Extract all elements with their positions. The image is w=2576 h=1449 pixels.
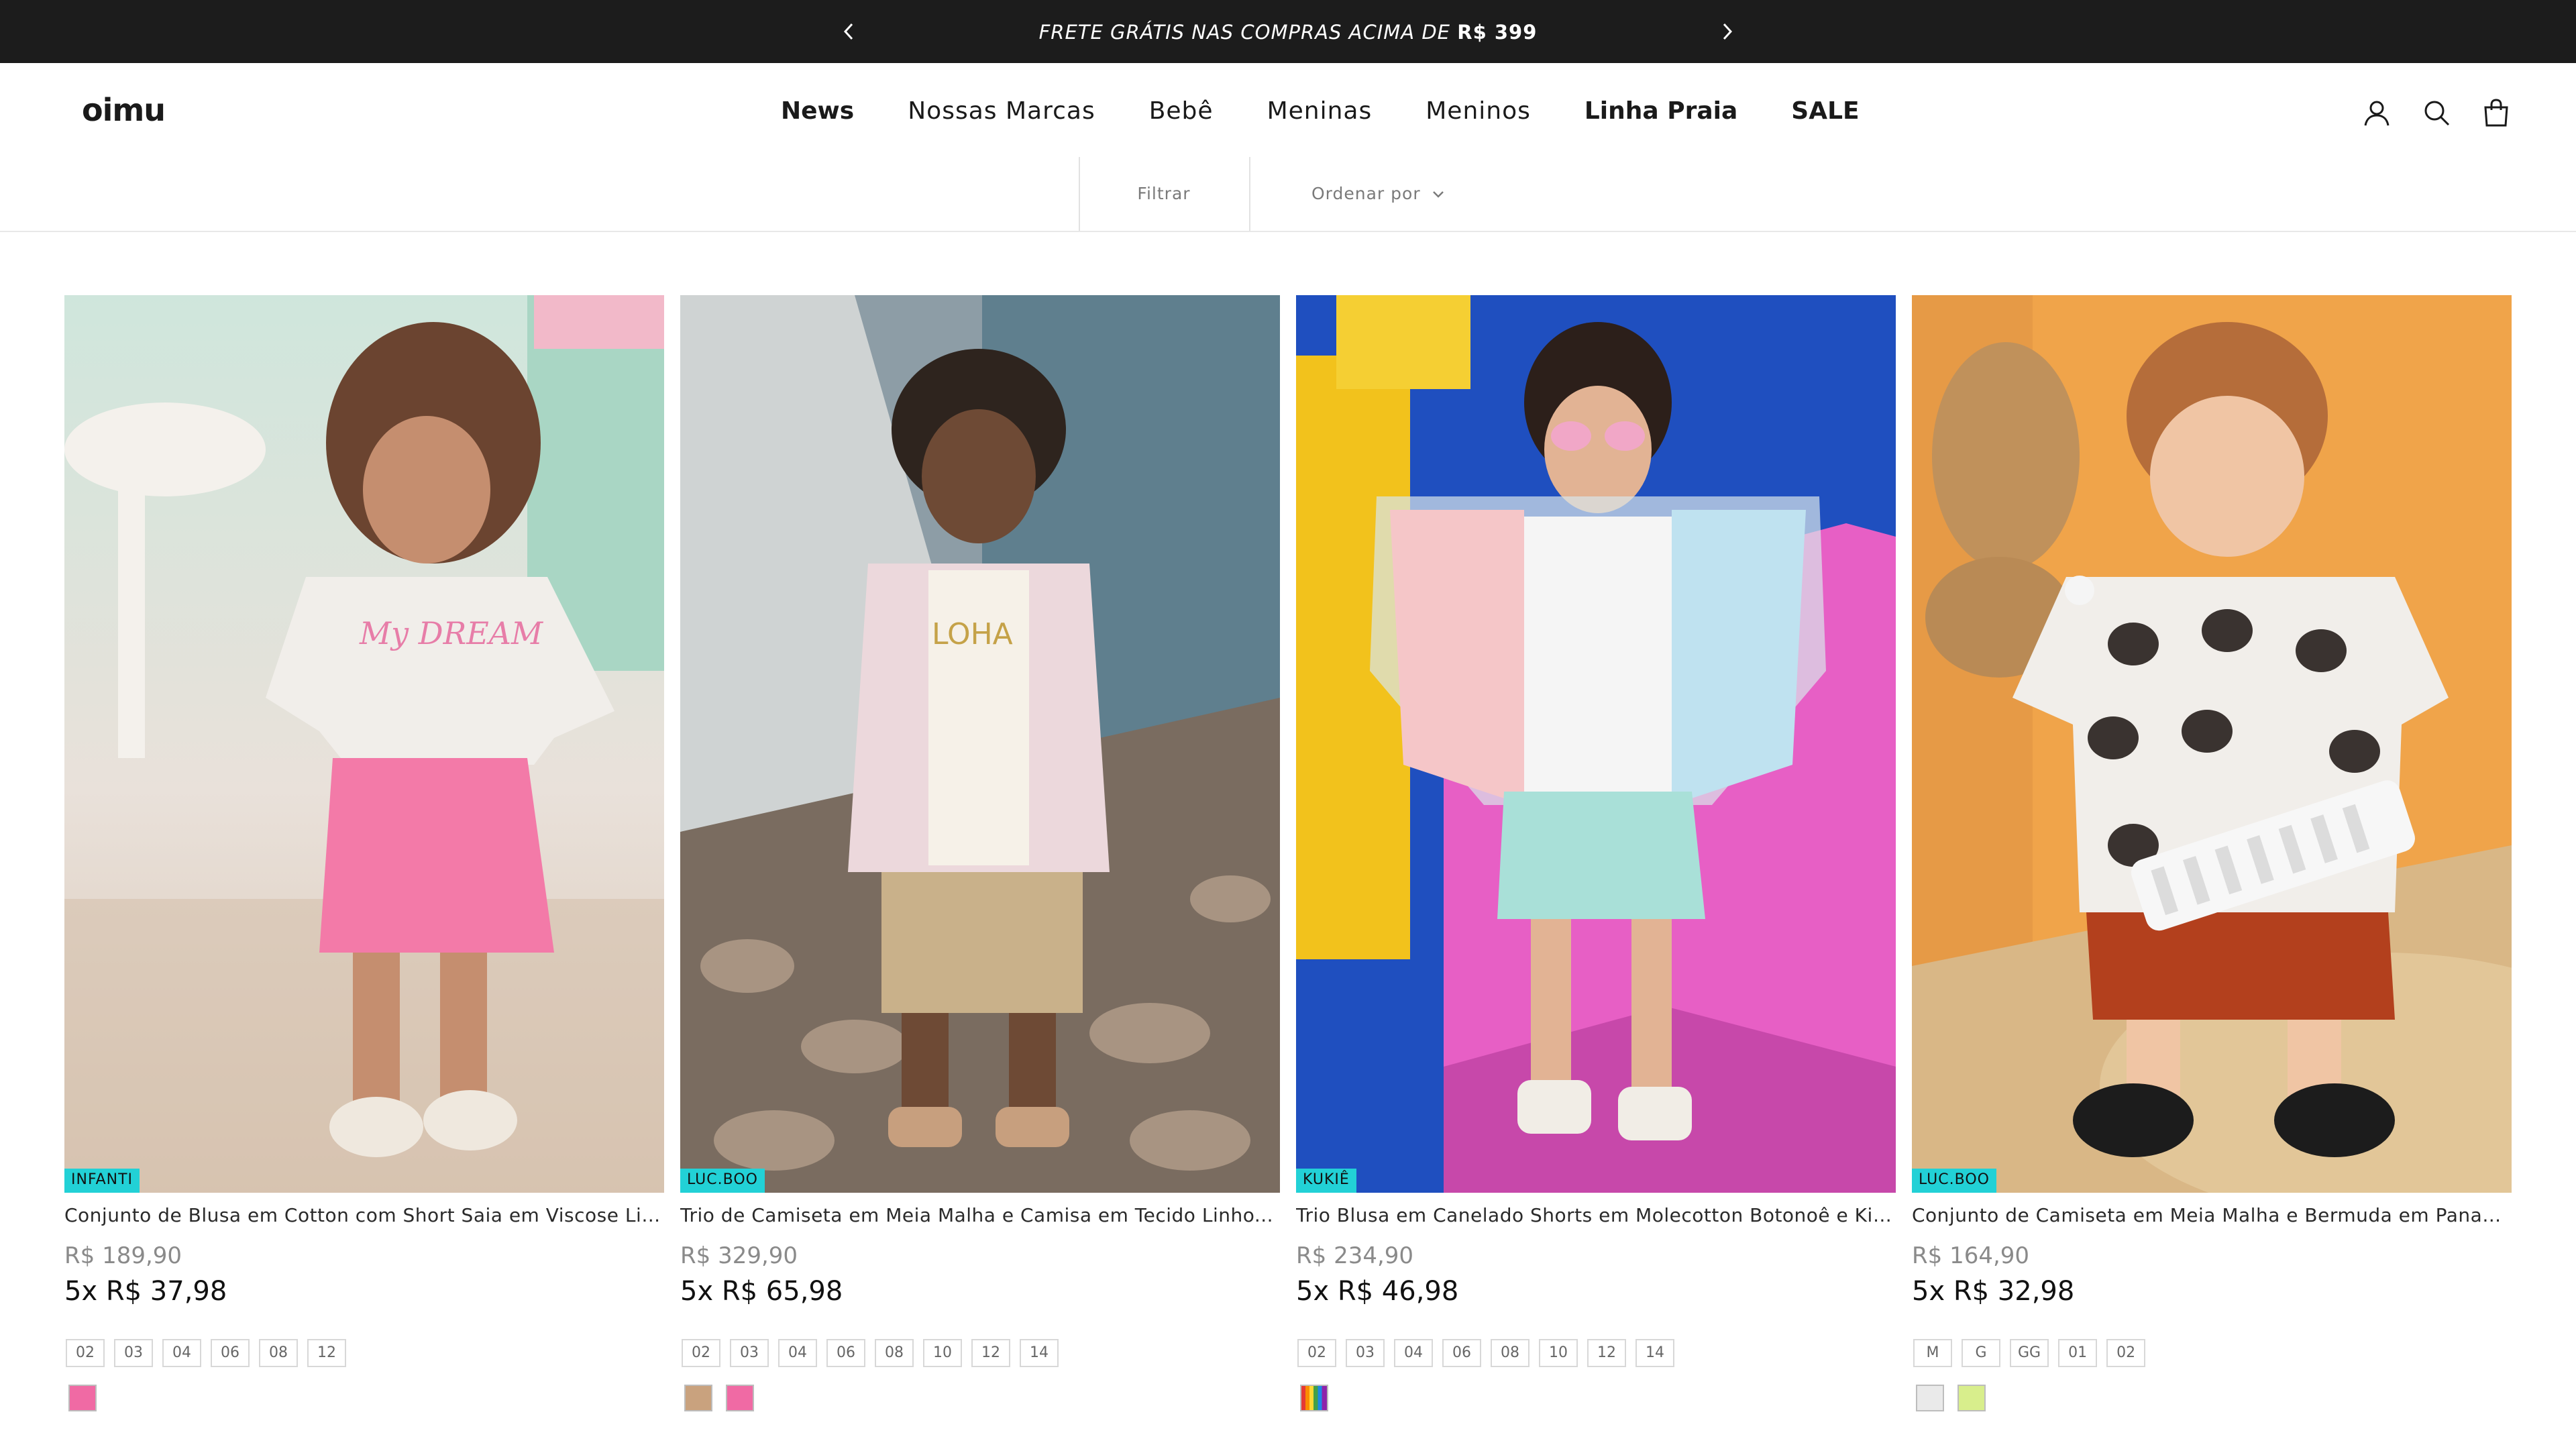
product-card[interactable]: LOHA LUC.BOO Trio de Camiseta em Meia Ma… [680, 295, 1280, 1411]
product-title[interactable]: Conjunto de Blusa em Cotton com Short Sa… [64, 1202, 664, 1229]
color-swatch-lime[interactable] [1957, 1385, 1986, 1411]
product-image[interactable]: KUKIÊ [1296, 295, 1896, 1193]
product-price: R$ 189,90 [64, 1242, 182, 1269]
size-option[interactable]: 02 [66, 1339, 105, 1367]
product-installments: 5x R$ 32,98 [1912, 1276, 2075, 1307]
nav-item-linha-praia[interactable]: Linha Praia [1585, 93, 1737, 130]
size-option[interactable]: 10 [923, 1339, 962, 1367]
cart-icon[interactable] [2480, 97, 2512, 129]
size-options: 02 03 04 06 08 10 12 14 [680, 1339, 1280, 1367]
product-card[interactable]: LUC.BOO Conjunto de Camiseta em Meia Mal… [1912, 295, 2512, 1411]
size-option[interactable]: 04 [778, 1339, 817, 1367]
size-option[interactable]: GG [2010, 1339, 2049, 1367]
sort-label: Ordenar por [1311, 184, 1421, 203]
size-option[interactable]: 02 [2106, 1339, 2146, 1367]
product-installments: 5x R$ 37,98 [64, 1276, 227, 1307]
sort-dropdown[interactable]: Ordenar por [1311, 182, 1445, 205]
size-option[interactable]: 08 [875, 1339, 914, 1367]
product-card[interactable]: KUKIÊ Trio Blusa em Canelado Shorts em M… [1296, 295, 1896, 1411]
size-option[interactable]: 10 [1539, 1339, 1578, 1367]
size-option[interactable]: G [1962, 1339, 2000, 1367]
svg-text:My DREAM: My DREAM [359, 615, 544, 651]
size-option[interactable]: 04 [162, 1339, 201, 1367]
divider [1249, 157, 1250, 231]
color-swatch-multicolor[interactable] [1300, 1385, 1328, 1411]
size-option[interactable]: 14 [1020, 1339, 1059, 1367]
product-image[interactable]: My DREAM INFANTI [64, 295, 664, 1193]
chevron-down-icon [1432, 191, 1444, 198]
site-header: oimu News Nossas Marcas Bebê Meninas Men… [0, 63, 2576, 157]
filter-button[interactable]: Filtrar [1080, 182, 1248, 205]
size-option[interactable]: 14 [1635, 1339, 1674, 1367]
brand-badge: LUC.BOO [1912, 1169, 1996, 1193]
product-image[interactable]: LUC.BOO [1912, 295, 2512, 1193]
announcement-message: FRETE GRÁTIS NAS COMPRAS ACIMA DE [1038, 21, 1451, 44]
size-option[interactable]: 12 [307, 1339, 346, 1367]
brand-badge: LUC.BOO [680, 1169, 765, 1193]
account-icon[interactable] [2361, 97, 2393, 129]
product-installments: 5x R$ 46,98 [1296, 1276, 1459, 1307]
filter-bar: Filtrar Ordenar por [0, 157, 2576, 232]
color-swatches [680, 1385, 1280, 1411]
nav-item-meninos[interactable]: Meninos [1426, 93, 1531, 130]
product-price: R$ 329,90 [680, 1242, 798, 1269]
color-swatches [64, 1385, 664, 1411]
color-swatch-pink[interactable] [68, 1385, 97, 1411]
color-swatch-white[interactable] [1916, 1385, 1944, 1411]
color-swatches [1912, 1385, 2512, 1411]
size-options: 02 03 04 06 08 12 [64, 1339, 664, 1367]
product-image[interactable]: LOHA LUC.BOO [680, 295, 1280, 1193]
svg-text:LOHA: LOHA [932, 617, 1013, 651]
color-swatch-beige[interactable] [684, 1385, 712, 1411]
size-options: M G GG 01 02 [1912, 1339, 2512, 1367]
size-option[interactable]: 04 [1394, 1339, 1433, 1367]
size-option[interactable]: 12 [1587, 1339, 1626, 1367]
brand-badge: KUKIÊ [1296, 1169, 1356, 1193]
size-option[interactable]: 08 [259, 1339, 298, 1367]
size-option[interactable]: 01 [2058, 1339, 2098, 1367]
size-option[interactable]: 03 [1346, 1339, 1385, 1367]
color-swatch-pink[interactable] [726, 1385, 754, 1411]
size-options: 02 03 04 06 08 10 12 14 [1296, 1339, 1896, 1367]
product-price: R$ 234,90 [1296, 1242, 1414, 1269]
nav-item-sale[interactable]: SALE [1791, 93, 1859, 130]
nav-item-news[interactable]: News [781, 93, 854, 130]
size-option[interactable]: 12 [971, 1339, 1010, 1367]
announcement-amount: R$ 399 [1457, 21, 1538, 44]
nav-item-nossas-marcas[interactable]: Nossas Marcas [908, 93, 1095, 130]
color-swatches [1296, 1385, 1896, 1411]
size-option[interactable]: 03 [730, 1339, 769, 1367]
nav-item-bebe[interactable]: Bebê [1149, 93, 1214, 130]
size-option[interactable]: 06 [826, 1339, 865, 1367]
size-option[interactable]: 06 [1442, 1339, 1481, 1367]
size-option[interactable]: M [1913, 1339, 1952, 1367]
size-option[interactable]: 06 [211, 1339, 250, 1367]
main-nav: News Nossas Marcas Bebê Meninas Meninos … [781, 93, 1860, 130]
product-title[interactable]: Trio Blusa em Canelado Shorts em Molecot… [1296, 1202, 1896, 1229]
size-option[interactable]: 03 [114, 1339, 153, 1367]
product-title[interactable]: Conjunto de Camiseta em Meia Malha e Ber… [1912, 1202, 2512, 1229]
size-option[interactable]: 02 [1297, 1339, 1336, 1367]
product-card[interactable]: My DREAM INFANTI Conjunto de Blusa em Co… [64, 295, 664, 1411]
announcement-bar: FRETE GRÁTIS NAS COMPRAS ACIMA DE R$ 399 [0, 0, 2576, 63]
chevron-left-icon[interactable] [836, 18, 863, 45]
brand-badge: INFANTI [64, 1169, 140, 1193]
size-option[interactable]: 08 [1491, 1339, 1529, 1367]
logo[interactable]: oimu [82, 90, 166, 130]
product-price: R$ 164,90 [1912, 1242, 2030, 1269]
product-title[interactable]: Trio de Camiseta em Meia Malha e Camisa … [680, 1202, 1280, 1229]
search-icon[interactable] [2420, 97, 2453, 129]
size-option[interactable]: 02 [682, 1339, 720, 1367]
nav-item-meninas[interactable]: Meninas [1267, 93, 1373, 130]
chevron-right-icon[interactable] [1713, 18, 1740, 45]
announcement-text: FRETE GRÁTIS NAS COMPRAS ACIMA DE R$ 399 [872, 19, 1704, 46]
product-installments: 5x R$ 65,98 [680, 1276, 843, 1307]
